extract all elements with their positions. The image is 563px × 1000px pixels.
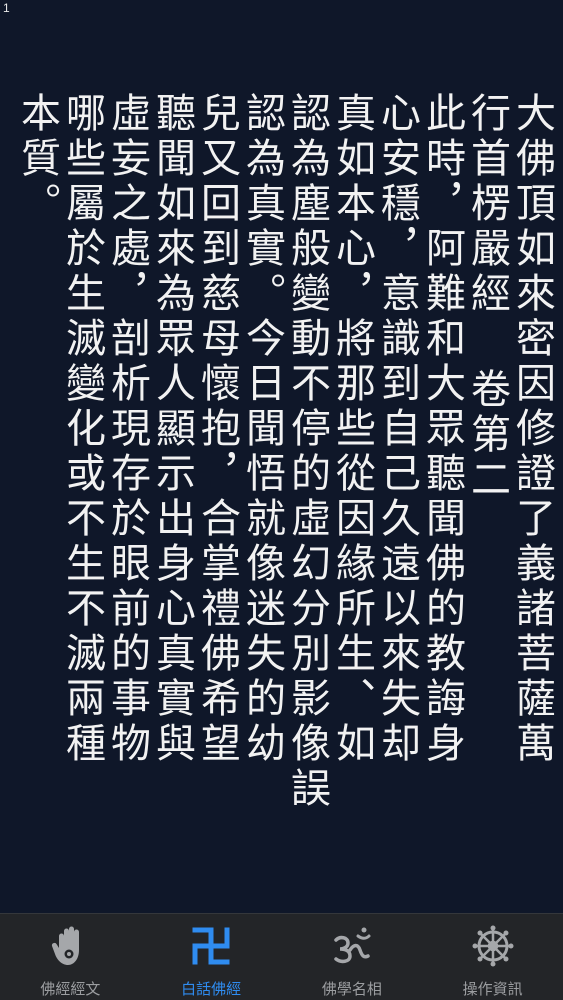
tab-vernacular-sutra[interactable]: 白話佛經: [141, 914, 282, 1000]
page-number: 1: [3, 1, 10, 15]
text-column: 行首楞嚴經 卷第二: [464, 92, 510, 503]
tab-sutra-text[interactable]: 佛經經文: [0, 914, 141, 1000]
tab-label: 佛學名相: [321, 981, 382, 998]
text-column: 此時，阿難和大眾聽聞佛的教誨身: [419, 92, 465, 767]
text-column: 聽聞如來為眾人顯示出身心真實與: [149, 92, 195, 767]
tab-label: 佛經經文: [40, 981, 101, 998]
text-column: 認為塵般變動不停的虛幻分別影像誤: [284, 92, 330, 812]
tab-buddhist-terms[interactable]: 佛學名相: [282, 914, 423, 1000]
dharma-wheel-icon: [471, 924, 515, 968]
swastika-icon: [189, 924, 233, 968]
tab-operation-info[interactable]: 操作資訊: [422, 914, 563, 1000]
text-column: 心安穩，意識到自己久遠以來失却: [374, 92, 420, 767]
bottom-tab-bar: 佛經經文 白話佛經 佛學名相 操作資訊: [0, 913, 563, 1000]
text-column: 本質。: [14, 92, 60, 227]
text-column: 大佛頂如來密因修證了義諸菩薩萬: [509, 92, 555, 767]
text-column: 兒又回到慈母懷抱，合掌禮佛希望: [194, 92, 240, 767]
text-column: 哪些屬於生滅變化或不生不滅兩種: [59, 92, 105, 767]
om-icon: [330, 924, 374, 968]
text-column: 認為真實。今日聞悟就像迷失的幼: [239, 92, 285, 767]
tab-label: 操作資訊: [462, 981, 523, 998]
tab-label: 白話佛經: [181, 981, 242, 998]
hand-icon: [48, 924, 92, 968]
text-column: 虛妄之處，剖析現存於眼前的事物: [104, 92, 150, 767]
text-column: 真如本心，將那些從因緣所生、如: [329, 92, 375, 767]
sutra-text-reader[interactable]: 大佛頂如來密因修證了義諸菩薩萬 行首楞嚴經 卷第二 此時，阿難和大眾聽聞佛的教誨…: [14, 92, 555, 892]
